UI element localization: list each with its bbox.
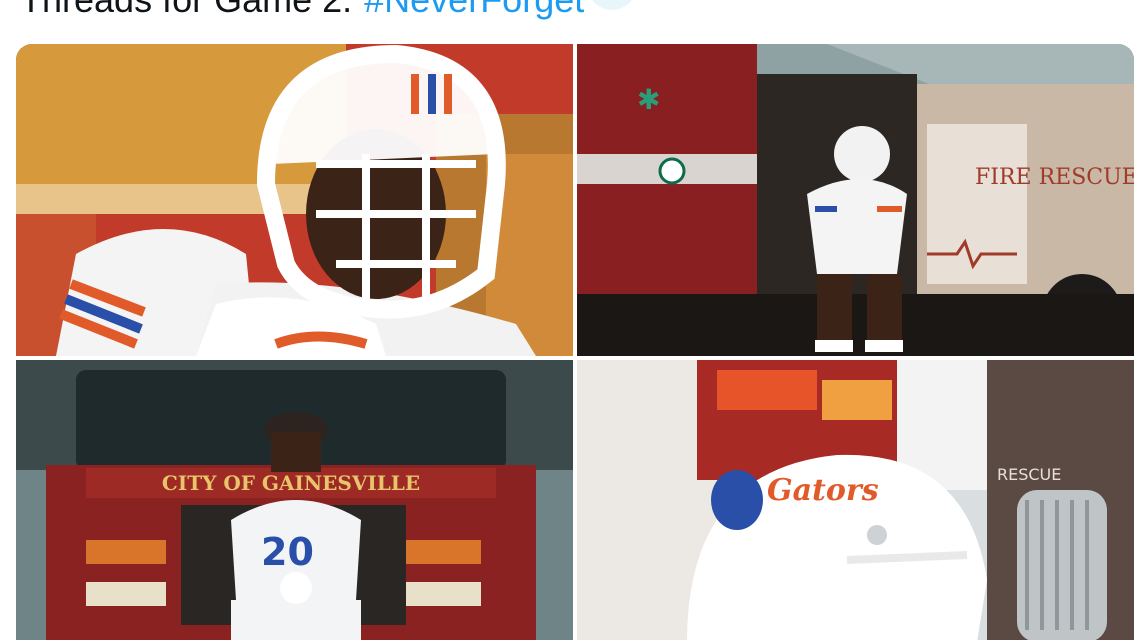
jersey-number: 20	[261, 530, 314, 574]
photo-fire-truck-seated-image: ✱ FIRE RESCUE	[577, 44, 1134, 356]
tweet-body: Threads for Game 2.	[20, 0, 352, 20]
fire-truck-sign: CITY OF GAINESVILLE	[162, 471, 420, 495]
firefighter-emoji-icon	[590, 0, 635, 10]
photo-gators-helmet-image: RESCUE Gators	[577, 360, 1134, 640]
photo-city-gainesville-truck-image: CITY OF GAINESVILLE 20	[16, 360, 573, 640]
photo-city-gainesville-truck[interactable]: CITY OF GAINESVILLE 20	[16, 360, 573, 640]
photo-fire-truck-seated[interactable]: ✱ FIRE RESCUE	[577, 44, 1134, 356]
truck-side-text: FIRE RESCUE	[975, 165, 1134, 190]
rescue-text: RESCUE	[997, 465, 1061, 484]
photo-gators-helmet[interactable]: RESCUE Gators	[577, 360, 1134, 640]
hashtag-link[interactable]: #NeverForget	[364, 0, 584, 20]
tweet-text: Threads for Game 2. #NeverForget	[20, 0, 635, 22]
photo-helmet-closeup[interactable]	[16, 44, 573, 356]
svg-text:✱: ✱	[637, 83, 660, 116]
helmet-script: Gators	[767, 473, 879, 508]
media-grid: ✱ FIRE RESCUE CITY OF GAINESVILLE 20 RES…	[16, 44, 1134, 640]
photo-helmet-closeup-image	[16, 44, 573, 356]
